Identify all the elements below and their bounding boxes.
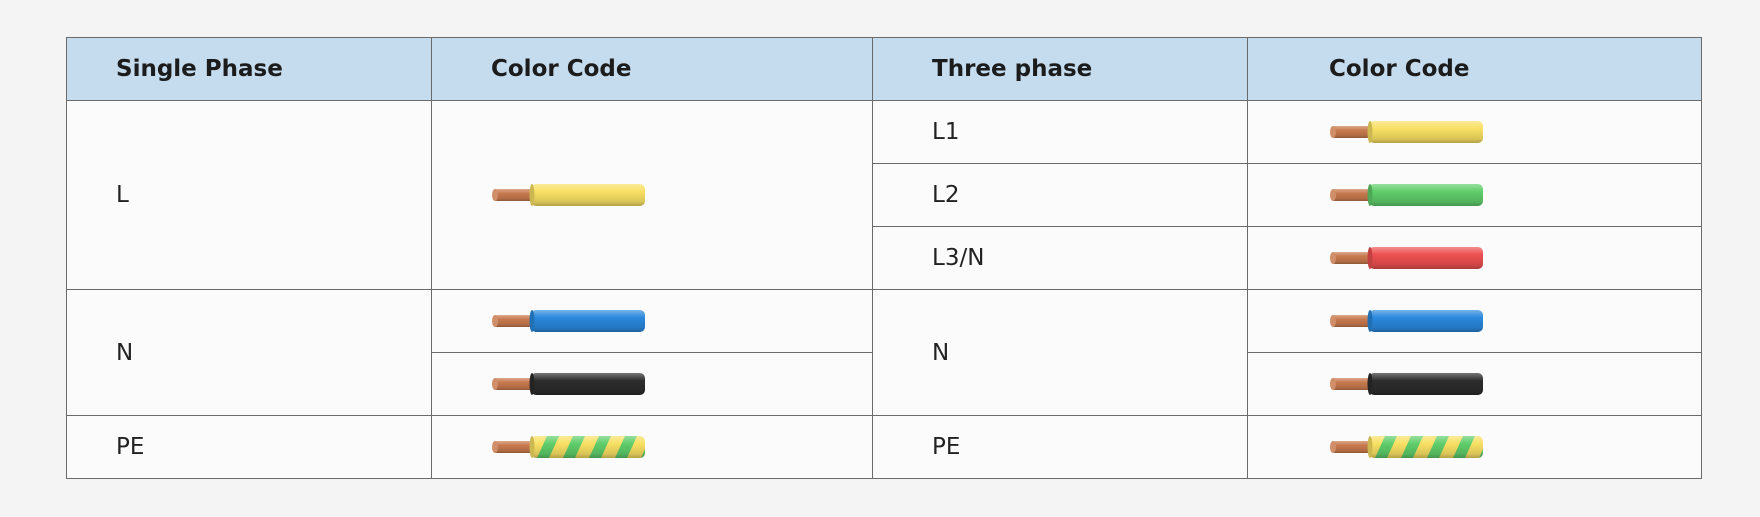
yellow-wire-icon: [492, 184, 645, 206]
red-wire-icon: [1330, 247, 1483, 269]
header-row: Single Phase Color Code Three phase Colo…: [66, 37, 1702, 101]
single-phase-wire-N-blue-cell: [431, 289, 873, 353]
single-phase-label-PE: PE: [66, 415, 432, 479]
three-phase-wire-PE-cell: [1247, 415, 1702, 479]
three-phase-wire-L2-cell: [1247, 163, 1702, 227]
table-row: PE PE: [66, 415, 1702, 479]
single-phase-label-L: L: [66, 100, 432, 290]
header-three-phase: Three phase: [872, 37, 1248, 101]
yellow-wire-icon: [1330, 121, 1483, 143]
wire-color-code-table: Single Phase Color Code Three phase Colo…: [66, 37, 1702, 479]
three-phase-label-PE: PE: [872, 415, 1248, 479]
black-wire-icon: [492, 373, 645, 395]
three-phase-wire-L3N-cell: [1247, 226, 1702, 290]
three-phase-wire-N-blue-cell: [1247, 289, 1702, 353]
single-phase-wire-PE-cell: [431, 415, 873, 479]
single-phase-wire-N-black-cell: [431, 352, 873, 416]
three-phase-wire-L1-cell: [1247, 100, 1702, 164]
three-phase-label-L3N: L3/N: [872, 226, 1248, 290]
single-phase-wire-L-cell: [431, 100, 873, 290]
three-phase-label-N: N: [872, 289, 1248, 416]
three-phase-label-L1: L1: [872, 100, 1248, 164]
black-wire-icon: [1330, 373, 1483, 395]
green-yellow-wire-icon: [1330, 436, 1483, 458]
header-color-code-three: Color Code: [1247, 37, 1702, 101]
single-phase-label-N: N: [66, 289, 432, 416]
header-single-phase: Single Phase: [66, 37, 432, 101]
table-row: L L1: [66, 100, 1702, 290]
table-row: N N: [66, 289, 1702, 416]
three-phase-label-L2: L2: [872, 163, 1248, 227]
green-wire-icon: [1330, 184, 1483, 206]
blue-wire-icon: [492, 310, 645, 332]
header-color-code-single: Color Code: [431, 37, 873, 101]
green-yellow-wire-icon: [492, 436, 645, 458]
blue-wire-icon: [1330, 310, 1483, 332]
three-phase-wire-N-black-cell: [1247, 352, 1702, 416]
page: Single Phase Color Code Three phase Colo…: [0, 0, 1760, 517]
